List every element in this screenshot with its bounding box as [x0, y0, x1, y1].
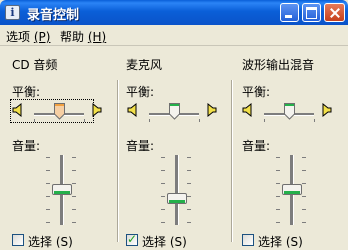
channel-name: 麦克风 [126, 58, 163, 72]
maximize-button[interactable] [302, 3, 321, 22]
volume-slider[interactable] [52, 184, 72, 195]
minimize-button[interactable] [280, 3, 299, 22]
select-checkbox[interactable] [12, 234, 24, 246]
volume-label: 音量: [242, 139, 271, 153]
channel-name: 波形输出混音 [242, 58, 315, 72]
volume-slider[interactable] [282, 184, 302, 195]
speaker-left-icon [242, 103, 252, 117]
speaker-right-icon [92, 103, 102, 117]
volume-slider[interactable] [167, 193, 187, 204]
menu-help[interactable]: 帮助 (H) [60, 28, 106, 45]
volume-label: 音量: [12, 139, 41, 153]
app-icon[interactable]: i [5, 5, 20, 20]
speaker-right-icon [322, 103, 332, 117]
speaker-right-icon [207, 103, 217, 117]
menu-bar: 选项 (P) 帮助 (H) [0, 25, 348, 46]
balance-label: 平衡: [12, 85, 41, 99]
balance-slider[interactable] [169, 103, 180, 120]
title-bar[interactable]: i 录音控制 [0, 0, 348, 25]
speaker-left-icon [127, 103, 137, 117]
balance-label: 平衡: [126, 85, 155, 99]
channel-separator [231, 80, 233, 242]
select-checkbox[interactable] [242, 234, 254, 246]
speaker-left-icon [12, 103, 22, 117]
volume-label: 音量: [126, 139, 155, 153]
close-button[interactable] [324, 3, 345, 22]
channel-separator [117, 80, 119, 242]
window-title: 录音控制 [27, 8, 80, 23]
balance-slider[interactable] [284, 103, 295, 120]
focus-rectangle [10, 99, 94, 123]
channel-name: CD 音频 [12, 58, 58, 72]
volume-track [175, 155, 179, 225]
balance-slider[interactable] [54, 103, 65, 120]
select-checkbox[interactable] [126, 232, 138, 246]
balance-label: 平衡: [242, 85, 271, 99]
menu-options[interactable]: 选项 (P) [6, 28, 50, 45]
